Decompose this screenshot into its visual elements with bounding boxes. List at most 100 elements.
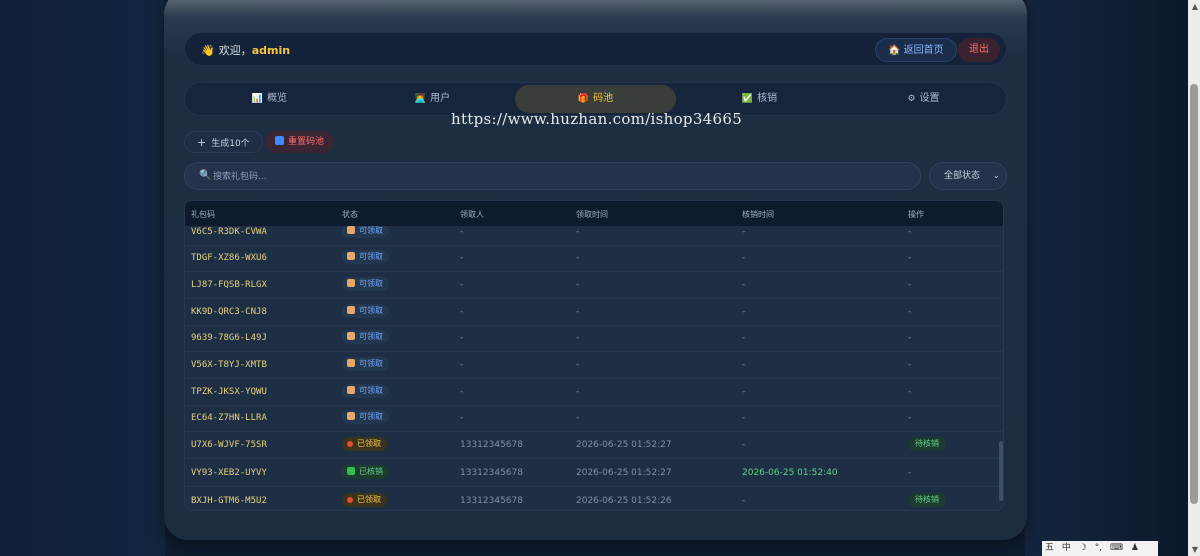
action-placeholder: - xyxy=(908,280,912,290)
verify-time: - xyxy=(742,227,746,237)
header-verify-time: 核销时间 xyxy=(742,210,774,219)
header-action: 操作 xyxy=(908,210,924,219)
user-icon: 👨‍💻 xyxy=(414,94,427,104)
status-label: 可领取 xyxy=(359,306,383,315)
tab-code-pool[interactable]: 🎁 码池 xyxy=(515,85,676,113)
gift-code: U7X6-WJVF-75SR xyxy=(191,440,267,450)
claim-time: - xyxy=(576,333,580,343)
page-scrollbar[interactable]: ▲ ▼ xyxy=(1188,0,1200,556)
plus-icon: + xyxy=(197,136,207,149)
tab-overview[interactable]: 📊 概览 xyxy=(189,85,350,113)
action-placeholder: - xyxy=(908,227,912,237)
scrollbar-thumb[interactable] xyxy=(1190,84,1198,504)
tab-settings[interactable]: ⚙ 设置 xyxy=(843,85,1004,113)
gift-code: TDGF-XZ86-WXU6 xyxy=(191,253,267,263)
chevron-down-icon: ⌄ xyxy=(992,171,1000,181)
search-box: 🔍 xyxy=(184,162,921,190)
tab-verify[interactable]: ✅ 核销 xyxy=(679,85,840,113)
verify-time: 2026-06-25 01:52:40 xyxy=(742,468,838,478)
page-background-right xyxy=(1025,0,1200,556)
package-icon xyxy=(347,252,355,260)
status-label: 可领取 xyxy=(359,359,383,368)
reset-pool-button[interactable]: 重置码池 xyxy=(265,131,335,153)
status-badge: 可领取 xyxy=(342,224,389,238)
status-badge: 可领取 xyxy=(342,250,389,264)
pending-verify-button[interactable]: 待核销 xyxy=(908,493,946,507)
status-label: 可领取 xyxy=(359,412,383,421)
username: admin xyxy=(251,44,291,57)
status-badge: 可领取 xyxy=(342,357,389,371)
ime-mode-chinese[interactable]: 中 xyxy=(1062,543,1071,553)
tab-label: 用户 xyxy=(430,93,451,104)
user-icon[interactable]: ♟ xyxy=(1131,543,1139,553)
table-row: VY93-XEB2-UYVY 已核销 13312345678 2026-06-25 0… xyxy=(185,460,1003,487)
verify-time: - xyxy=(742,413,746,423)
claimer-phone: 13312345678 xyxy=(460,496,523,506)
status-badge: 已领取 xyxy=(342,437,387,451)
moon-icon[interactable]: ☽ xyxy=(1079,543,1087,553)
scroll-up-icon[interactable]: ▲ xyxy=(1192,2,1198,11)
claimer-phone: 13312345678 xyxy=(460,468,523,478)
verify-time: - xyxy=(742,496,746,506)
claim-time: - xyxy=(576,387,580,397)
scroll-down-icon[interactable]: ▼ xyxy=(1192,545,1198,554)
generate-codes-button[interactable]: + 生成10个 xyxy=(184,131,263,153)
package-icon xyxy=(347,279,355,287)
search-input[interactable] xyxy=(213,167,903,187)
action-placeholder: - xyxy=(908,360,912,370)
ime-icon[interactable]: 五 xyxy=(1045,543,1054,553)
package-icon xyxy=(347,226,355,234)
back-to-home-button[interactable]: 🏠 返回首页 xyxy=(875,38,957,62)
action-placeholder: - xyxy=(908,387,912,397)
claim-time: - xyxy=(576,280,580,290)
pending-verify-button[interactable]: 待核销 xyxy=(908,437,946,451)
verify-time: - xyxy=(742,387,746,397)
tab-users[interactable]: 👨‍💻 用户 xyxy=(352,85,513,113)
status-label: 已核销 xyxy=(359,467,383,476)
keyboard-icon[interactable]: ⌨ xyxy=(1110,543,1123,553)
table-row: 9639-78G6-L49J 可领取 - - - - xyxy=(185,325,1003,352)
package-icon xyxy=(347,306,355,314)
generate-label: 生成10个 xyxy=(211,139,250,149)
chart-icon: 📊 xyxy=(251,94,264,104)
status-badge: 可领取 xyxy=(342,330,389,344)
table-scrollbar[interactable] xyxy=(999,441,1003,501)
table-row: V56X-T8YJ-XMTB 可领取 - - - - xyxy=(185,352,1003,379)
verify-time: - xyxy=(742,280,746,290)
package-icon xyxy=(347,412,355,420)
action-placeholder: - xyxy=(908,253,912,263)
gift-code: LJ87-FQSB-RLGX xyxy=(191,280,267,290)
package-icon xyxy=(347,332,355,340)
claimer-phone: - xyxy=(460,387,464,397)
claimer-phone: 13312345678 xyxy=(460,440,523,450)
table-row: U7X6-WJVF-75SR 已领取 13312345678 2026-06-25 0… xyxy=(185,432,1003,459)
verify-time: - xyxy=(742,440,746,450)
header-code: 礼包码 xyxy=(191,210,215,219)
action-placeholder: - xyxy=(908,333,912,343)
table-row: LJ87-FQSB-RLGX 可领取 - - - - xyxy=(185,272,1003,299)
welcome-label: 欢迎， xyxy=(218,44,252,57)
status-filter-select[interactable]: 全部状态 ⌄ xyxy=(929,162,1007,190)
tab-label: 码池 xyxy=(593,93,614,104)
header-claim-time: 领取时间 xyxy=(576,210,608,219)
table-header: 礼包码 状态 领取人 领取时间 核销时间 操作 xyxy=(185,201,1003,226)
gift-icon: 🎁 xyxy=(577,94,590,104)
claim-time: - xyxy=(576,413,580,423)
header-status: 状态 xyxy=(342,210,358,219)
verify-time: - xyxy=(742,360,746,370)
action-placeholder: - xyxy=(908,413,912,423)
action-placeholder: - xyxy=(908,307,912,317)
verify-time: - xyxy=(742,333,746,343)
status-label: 可领取 xyxy=(359,279,383,288)
claim-time: 2026-06-25 01:52:26 xyxy=(576,496,672,506)
table-row: EC64-Z7HN-LLRA 可领取 - - - - xyxy=(185,405,1003,432)
action-placeholder: - xyxy=(908,468,912,478)
claim-time: - xyxy=(576,227,580,237)
status-badge: 已核销 xyxy=(342,465,389,479)
claimer-phone: - xyxy=(460,280,464,290)
status-badge: 可领取 xyxy=(342,304,389,318)
gift-code: KK9D-QRC3-CNJ8 xyxy=(191,307,267,317)
punctuation-icon[interactable]: °, xyxy=(1095,543,1102,553)
table-row: KK9D-QRC3-CNJ8 可领取 - - - - xyxy=(185,299,1003,326)
logout-button[interactable]: 退出 xyxy=(958,38,1000,62)
